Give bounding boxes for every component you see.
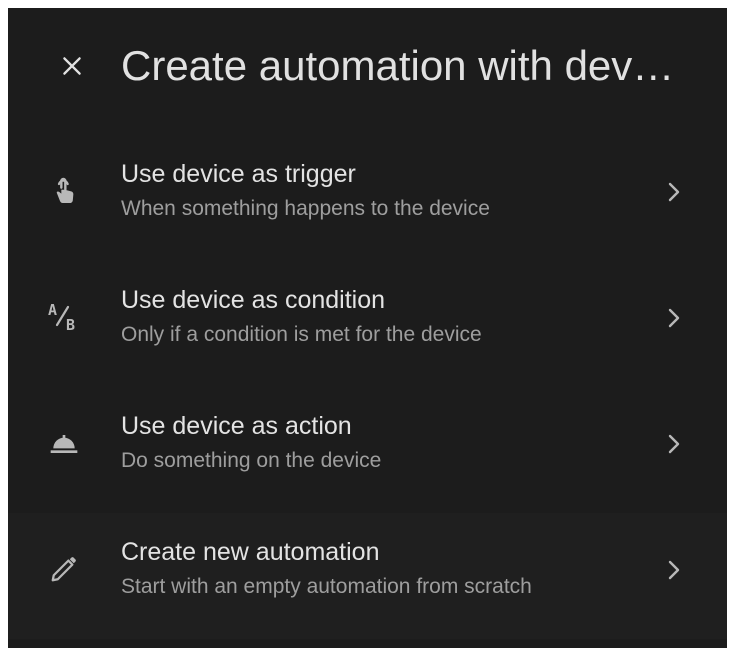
option-list: Use device as trigger When something hap…	[8, 135, 727, 639]
item-subtitle: When something happens to the device	[121, 197, 490, 220]
dialog-title: Create automation with dev…	[121, 42, 675, 89]
pencil-icon	[46, 551, 82, 587]
close-button[interactable]	[52, 46, 92, 86]
svg-text:A: A	[48, 301, 57, 319]
gesture-tap-icon	[46, 173, 82, 209]
chevron-right-icon	[662, 303, 686, 333]
item-subtitle: Start with an empty automation from scra…	[121, 575, 532, 598]
item-subtitle: Do something on the device	[121, 449, 382, 472]
a-slash-b-icon: A B	[46, 299, 82, 335]
create-new-automation-item[interactable]: Create new automation Start with an empt…	[8, 513, 727, 639]
item-title: Use device as action	[121, 412, 352, 440]
chevron-right-icon	[662, 555, 686, 585]
use-device-as-action-item[interactable]: Use device as action Do something on the…	[8, 387, 727, 513]
item-text: Create new automation Start with an empt…	[121, 535, 661, 602]
item-title: Use device as trigger	[121, 160, 356, 188]
use-device-as-condition-item[interactable]: A B Use device as condition Only if a co…	[8, 261, 727, 387]
item-subtitle: Only if a condition is met for the devic…	[121, 323, 482, 346]
close-icon	[63, 57, 81, 75]
item-title: Use device as condition	[121, 286, 386, 314]
chevron-right-icon	[662, 177, 686, 207]
dialog-header: Create automation with dev…	[8, 8, 727, 120]
item-title: Create new automation	[121, 538, 380, 566]
svg-text:B: B	[66, 316, 75, 334]
chevron-right-icon	[662, 429, 686, 459]
use-device-as-trigger-item[interactable]: Use device as trigger When something hap…	[8, 135, 727, 261]
room-service-icon	[46, 425, 82, 461]
create-automation-dialog: Create automation with dev… Use device a…	[8, 8, 727, 648]
item-text: Use device as action Do something on the…	[121, 409, 661, 476]
item-text: Use device as trigger When something hap…	[121, 157, 661, 224]
item-text: Use device as condition Only if a condit…	[121, 283, 661, 350]
